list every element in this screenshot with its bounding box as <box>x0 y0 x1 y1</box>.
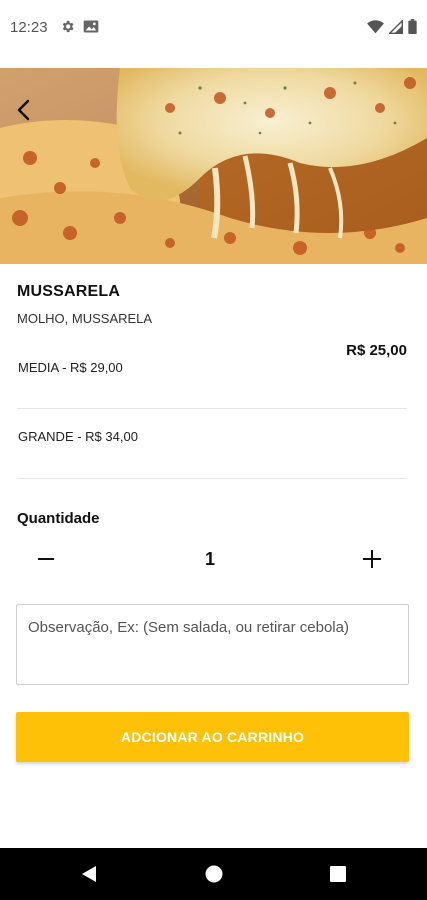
nav-home-button[interactable] <box>203 863 225 885</box>
size-option-medium[interactable]: MEDIA - R$ 29,00 <box>17 340 407 409</box>
back-button[interactable] <box>8 94 40 126</box>
product-description: MOLHO, MUSSARELA <box>17 311 153 326</box>
notes-field[interactable] <box>16 604 409 685</box>
size-option-large[interactable]: GRANDE - R$ 34,00 <box>17 410 407 479</box>
add-to-cart-button[interactable]: ADCIONAR AO CARRINHO <box>16 712 409 762</box>
size-option-label: MEDIA - R$ 29,00 <box>18 360 123 375</box>
divider <box>17 478 407 479</box>
increase-quantity-button[interactable] <box>356 544 388 574</box>
battery-icon <box>408 19 417 34</box>
signal-icon <box>389 19 403 34</box>
status-left-icons <box>60 19 99 34</box>
pizza-image <box>0 68 427 264</box>
photo-icon <box>83 20 99 33</box>
settings-gear-icon <box>62 20 74 33</box>
status-time: 12:23 <box>10 19 48 36</box>
divider <box>17 408 407 409</box>
decrease-quantity-button[interactable] <box>30 544 62 574</box>
product-name: MUSSARELA <box>17 283 121 300</box>
minus-icon <box>38 558 54 560</box>
size-option-label: GRANDE - R$ 34,00 <box>18 429 138 444</box>
nav-back-button[interactable] <box>78 863 100 885</box>
chevron-left-icon <box>17 99 30 121</box>
wifi-icon <box>367 19 384 33</box>
status-right-icons <box>367 19 417 34</box>
nav-recents-button[interactable] <box>327 863 349 885</box>
navigation-bar <box>0 848 427 900</box>
nav-back-icon <box>82 866 96 882</box>
status-bar: 12:23 <box>0 0 427 56</box>
nav-home-icon <box>205 865 223 883</box>
quantity-title: Quantidade <box>17 510 100 527</box>
nav-recents-icon <box>330 866 346 882</box>
plus-icon <box>363 550 381 568</box>
product-image <box>0 68 427 264</box>
quantity-value: 1 <box>204 549 215 569</box>
